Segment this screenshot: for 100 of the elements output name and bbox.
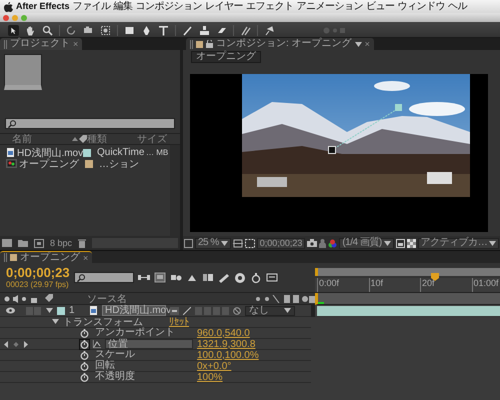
panel-tab[interactable]: プロジェクト × — [0, 38, 82, 50]
current-time-display[interactable]: 0;00;00;23 — [6, 266, 70, 280]
region-of-interest-icon[interactable] — [396, 238, 405, 248]
menu-item[interactable]: 編集 — [114, 0, 133, 13]
property-value[interactable]: 0x+0.0° — [197, 360, 232, 372]
expand-triangle-icon[interactable] — [52, 319, 59, 325]
title-safe-icon[interactable] — [232, 238, 243, 248]
close-tab-button[interactable]: × — [73, 38, 78, 50]
camera-view-dropdown[interactable]: アクティブカ… — [418, 238, 500, 248]
menu-item[interactable]: アニメーション — [296, 0, 364, 13]
stopwatch-icon[interactable] — [80, 362, 89, 370]
column-header[interactable]: ソース名 — [87, 292, 127, 306]
always-preview-icon[interactable] — [184, 238, 193, 248]
brush-tool-icon[interactable] — [182, 24, 193, 36]
puppet-pin-tool-icon[interactable] — [264, 24, 275, 36]
expand-triangle-icon[interactable] — [46, 308, 53, 313]
quality-switch-icon[interactable] — [183, 306, 191, 314]
menu-item[interactable]: ヘル — [448, 0, 468, 13]
playhead-icon[interactable] — [431, 273, 439, 281]
switch-boxes-icon[interactable] — [26, 306, 42, 314]
menu-item[interactable]: レイヤー — [205, 0, 244, 13]
roto-brush-tool-icon[interactable] — [240, 24, 251, 36]
property-name[interactable]: 不透明度 — [93, 372, 193, 382]
graph-editor-icon[interactable] — [234, 272, 246, 284]
panel-tab[interactable]: オープニング × — [0, 251, 92, 263]
property-name[interactable]: スケール — [93, 350, 193, 360]
resolution-dropdown[interactable]: (1/4 画質) — [339, 238, 394, 248]
layer-label-swatch[interactable] — [57, 306, 65, 314]
zoom-tool-icon[interactable] — [42, 24, 53, 36]
parent-dropdown[interactable]: なし — [245, 306, 295, 316]
stopwatch-icon[interactable] — [80, 372, 89, 382]
motion-path-drawing[interactable] — [328, 104, 403, 154]
property-value[interactable]: 100.0,100.0% — [197, 350, 259, 360]
sort-arrow-icon[interactable] — [72, 137, 78, 141]
label-color-swatch[interactable] — [85, 160, 93, 168]
property-value[interactable]: 1321.9,300.8 — [197, 338, 256, 350]
type-tool-icon[interactable] — [158, 24, 169, 36]
mask-visibility-icon[interactable] — [244, 238, 255, 248]
keyframe-navigator-icon[interactable] — [4, 340, 28, 348]
property-name[interactable]: アンカーポイント — [93, 328, 193, 338]
bit-depth-button[interactable]: 8 bpc — [50, 238, 72, 248]
menu-item[interactable]: コンポジション — [136, 0, 202, 13]
property-value[interactable]: 960.0,540.0 — [197, 328, 250, 338]
motion-blur-icon[interactable] — [202, 272, 214, 284]
hand-tool-icon[interactable] — [25, 24, 36, 36]
apple-logo-icon[interactable] — [4, 2, 13, 12]
file-name[interactable]: オープニング — [19, 156, 83, 170]
close-tab-button[interactable]: × — [364, 38, 370, 50]
menu-item[interactable]: ビュー — [366, 0, 395, 13]
time-ruler[interactable]: 0:00f 10f 20f 01:00f — [315, 278, 500, 292]
menu-item[interactable]: エフェクト — [246, 0, 294, 13]
new-composition-icon[interactable] — [34, 238, 44, 248]
eye-icon[interactable] — [6, 307, 15, 314]
av-switches-icon[interactable] — [4, 294, 40, 302]
close-tab-button[interactable]: × — [83, 252, 88, 264]
folder-icon[interactable] — [18, 239, 28, 247]
brush-icon[interactable] — [218, 272, 230, 284]
current-time-field[interactable]: 0;00;00;23 — [256, 238, 306, 248]
graph-icon[interactable] — [93, 340, 101, 348]
stopwatch-icon[interactable] — [80, 328, 89, 338]
person-icon[interactable] — [319, 238, 326, 248]
camera-snapshot-icon[interactable] — [307, 239, 318, 247]
selection-tool-icon[interactable] — [8, 24, 19, 36]
color-channels-icon[interactable] — [328, 238, 338, 248]
clone-stamp-tool-icon[interactable] — [199, 24, 210, 36]
rotate-tool-icon[interactable] — [66, 24, 77, 36]
draft-3d-icon[interactable] — [154, 272, 166, 284]
transparency-grid-icon[interactable] — [406, 238, 416, 248]
reset-link[interactable]: ﾘｾｯﾄ — [169, 316, 189, 328]
search-field[interactable] — [5, 118, 175, 129]
menu-item[interactable]: ウィンドウ — [398, 0, 446, 13]
lock-icon[interactable] — [206, 40, 213, 48]
rectangle-tool-icon[interactable] — [124, 24, 135, 36]
solo-view-icon[interactable] — [266, 272, 278, 284]
property-value[interactable]: 100% — [197, 372, 223, 382]
property-name[interactable]: 回転 — [93, 361, 193, 371]
parent-pickwhip-icon[interactable] — [233, 306, 241, 314]
collapse-switch-icon[interactable] — [170, 306, 179, 314]
layer-switches-icon[interactable] — [255, 294, 315, 302]
column-header[interactable]: サイズ — [137, 132, 177, 146]
pen-tool-icon[interactable] — [141, 24, 152, 36]
close-window-button[interactable] — [3, 14, 9, 20]
stopwatch-icon[interactable] — [80, 350, 89, 360]
composition-breadcrumb[interactable]: オープニング — [191, 51, 261, 63]
app-menu[interactable]: After Effects — [16, 0, 70, 13]
label-tag-icon[interactable] — [78, 134, 87, 144]
column-header[interactable]: 名前 — [12, 132, 72, 146]
menu-item[interactable]: ファイル — [72, 0, 111, 13]
panel-tab[interactable]: コンポジション: オープニング × — [186, 38, 374, 50]
stopwatch-icon[interactable] — [250, 272, 262, 284]
pan-behind-tool-icon[interactable] — [100, 24, 111, 36]
property-name[interactable]: 位置 — [105, 339, 193, 349]
effect-switch-boxes-icon[interactable] — [195, 306, 229, 314]
search-field[interactable] — [74, 272, 134, 283]
camera-tool-icon[interactable] — [83, 24, 94, 36]
column-header[interactable]: 種類 — [87, 132, 137, 146]
trash-icon[interactable] — [78, 238, 86, 248]
label-color-swatch[interactable] — [83, 148, 91, 156]
stopwatch-icon[interactable] — [80, 340, 89, 348]
file-name[interactable]: HD浅間山.mov — [17, 146, 81, 160]
